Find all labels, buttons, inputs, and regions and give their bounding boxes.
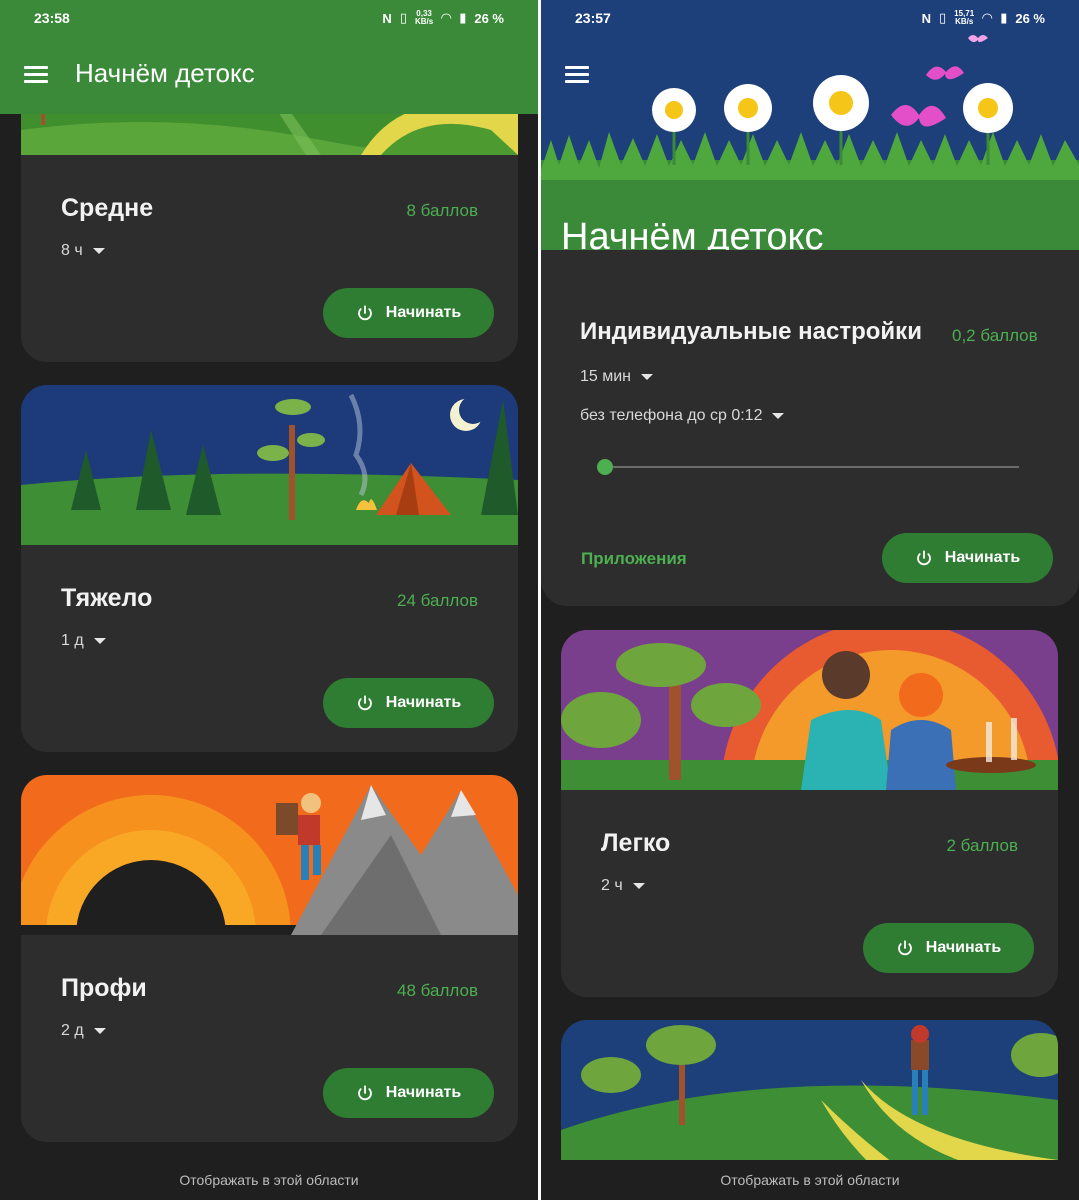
card-title: Тяжело [61,584,153,612]
custom-settings-card: Индивидуальные настройки 0,2 баллов 15 м… [541,250,1079,606]
battery-icon: ▮ [459,10,467,25]
phone-screen-left: Средне 8 баллов 8 ч Начинать Тяжело 24 б… [0,0,538,1200]
nfc-icon: N [921,10,932,26]
power-icon [916,550,931,566]
nfc-icon: N [382,10,392,26]
duration-dropdown[interactable]: 8 ч [61,242,105,260]
start-button[interactable]: Начинать [863,923,1034,973]
duration-dropdown[interactable]: 1 д [61,632,106,650]
card-points: 0,2 баллов [952,326,1038,345]
power-icon [897,940,912,956]
duration-value: 2 ч [601,877,623,894]
wifi-icon: ◠ [441,10,452,25]
card-points: 24 баллов [397,591,478,610]
duration-value: 2 д [61,1022,84,1039]
caret-down-icon [641,374,654,380]
vibrate-icon: ▯ [939,10,947,25]
status-bar: 23:58 N ▯ 0,33 KB/s ◠ ▮ 26 % [0,0,538,36]
card-title: Средне [61,194,154,222]
start-button[interactable]: Начинать [882,533,1053,583]
duration-dropdown[interactable]: 2 ч [601,877,645,895]
footer-hint: Отображать в этой области [0,1160,538,1200]
challenge-card-hard[interactable]: Тяжело 24 баллов 1 д Начинать [21,385,518,752]
no-phone-until-dropdown[interactable]: без телефона до ср 0:12 [580,407,785,425]
hamburger-menu-icon[interactable] [24,66,48,84]
start-button-label: Начинать [925,939,1002,956]
duration-slider[interactable] [597,459,1019,475]
card-title: Индивидуальные настройки [580,318,922,345]
slider-track [597,466,1019,468]
caret-down-icon [93,638,106,644]
caret-down-icon [772,413,785,419]
battery-level: 26 % [1015,10,1045,26]
duration-value: 15 мин [580,368,632,385]
challenge-card-pro[interactable]: Профи 48 баллов 2 д Начинать [21,775,518,1142]
card-points: 48 баллов [397,981,478,1000]
duration-value: 1 д [61,632,84,649]
start-button-label: Начинать [385,1084,462,1101]
apps-link[interactable]: Приложения [581,549,687,569]
card-illustration-hard [21,385,518,545]
card-illustration-pro [21,775,518,935]
duration-value: 8 ч [61,242,83,259]
battery-icon: ▮ [1000,10,1008,25]
card-illustration-easy [561,630,1058,790]
network-speed: 15,71 KB/s [954,9,975,26]
status-time: 23:58 [34,10,70,26]
card-title: Легко [601,829,671,857]
card-points: 2 баллов [946,836,1019,855]
card-title: Профи [61,974,147,1002]
power-icon [357,305,372,321]
start-button-label: Начинать [944,549,1021,566]
start-button[interactable]: Начинать [323,678,494,728]
caret-down-icon [632,883,645,889]
start-button-label: Начинать [385,694,462,711]
status-bar: 23:57 N ▯ 15,71 KB/s ◠ ▮ 26 % [541,0,1079,36]
app-bar-title: Начнём детокс [75,58,255,88]
power-icon [357,695,372,711]
caret-down-icon [93,1028,106,1034]
caret-down-icon [92,248,105,254]
duration-dropdown[interactable]: 15 мин [580,368,654,386]
slider-thumb[interactable] [597,459,613,475]
power-icon [357,1085,372,1101]
start-button[interactable]: Начинать [323,1068,494,1118]
challenge-card-easy[interactable]: Легко 2 баллов 2 ч Начинать [561,630,1058,997]
phone-screen-right: Начнём детокс Индивидуальные настройки 0… [541,0,1079,1200]
card-points: 8 баллов [406,201,479,220]
wifi-icon: ◠ [982,10,993,25]
hamburger-menu-icon[interactable] [565,66,589,84]
footer-hint: Отображать в этой области [541,1160,1079,1200]
vibrate-icon: ▯ [399,10,407,25]
no-phone-until-value: без телефона до ср 0:12 [580,407,763,424]
duration-dropdown[interactable]: 2 д [61,1022,106,1040]
battery-level: 26 % [474,10,504,26]
network-speed: 0,33 KB/s [414,9,434,26]
start-button[interactable]: Начинать [323,288,494,338]
start-button-label: Начинать [385,304,462,321]
status-time: 23:57 [575,10,611,26]
